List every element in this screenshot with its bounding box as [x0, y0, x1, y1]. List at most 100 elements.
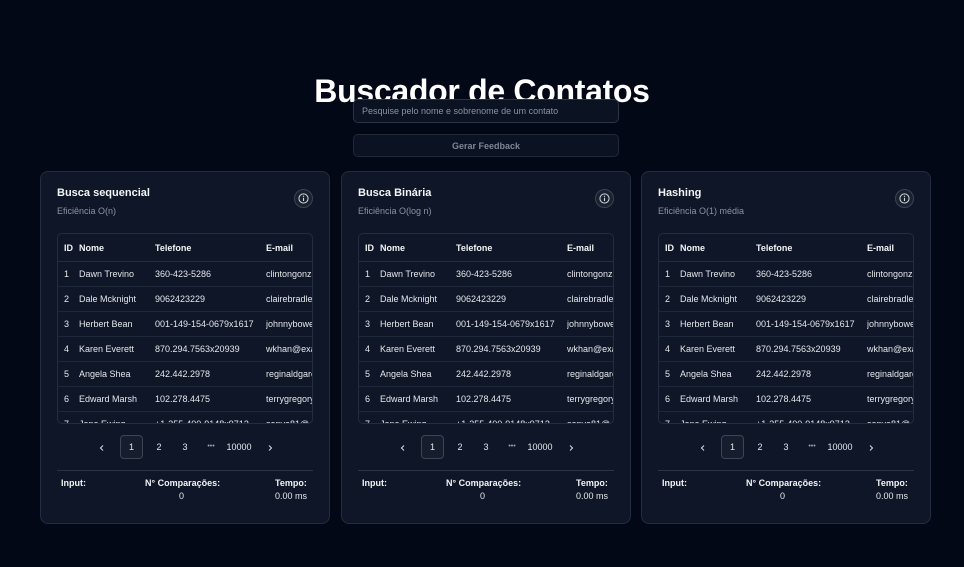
table-row[interactable]: 2Dale Mcknight9062423229clairebradley@	[359, 286, 613, 312]
cell-nome: Karen Everett	[79, 336, 155, 362]
page-button-2[interactable]: 2	[149, 435, 169, 459]
page-button-2[interactable]: 2	[750, 435, 770, 459]
stats-footer: Input: N° Comparações: 0 Tempo: 0.00 ms	[57, 470, 313, 511]
algorithm-card-1: Busca sequencial Eficiência O(n) ID Nome…	[40, 171, 330, 524]
column-header-email[interactable]: E-mail	[567, 234, 613, 262]
column-header-email[interactable]: E-mail	[867, 234, 913, 262]
table-row[interactable]: 6Edward Marsh102.278.4475terrygregory@	[659, 386, 913, 412]
info-icon	[599, 193, 610, 204]
cell-id: 4	[58, 336, 79, 362]
previous-page-button[interactable]	[393, 435, 413, 459]
column-header-telefone[interactable]: Telefone	[456, 234, 567, 262]
table-row[interactable]: 7 Jane Ewing +1-355-400-9148x9713 sonya81@e…	[659, 411, 913, 423]
cell-email: reginaldgarcia@	[266, 361, 312, 387]
table-row[interactable]: 6Edward Marsh102.278.4475terrygregory@	[359, 386, 613, 412]
table-header-row: ID Nome Telefone E-mail	[58, 234, 312, 262]
page-button-2[interactable]: 2	[450, 435, 470, 459]
page-button-last[interactable]: 10000	[522, 435, 558, 459]
table-row[interactable]: 5Angela Shea242.442.2978reginaldgarcia@	[659, 361, 913, 387]
next-page-button[interactable]	[260, 435, 280, 459]
cell-id: 3	[58, 311, 79, 337]
table-row[interactable]: 3 Herbert Bean 001-149-154-0679x1617 johnny…	[359, 311, 613, 337]
column-header-email[interactable]: E-mail	[266, 234, 312, 262]
info-icon	[899, 193, 910, 204]
column-header-telefone[interactable]: Telefone	[756, 234, 867, 262]
column-header-id[interactable]: ID	[659, 234, 680, 262]
card-subtitle: Eficiência O(log n)	[358, 206, 432, 216]
comparisons-value: 0	[480, 491, 486, 501]
cell-telefone: 870.294.7563x20939	[756, 336, 867, 362]
table-row[interactable]: 2Dale Mcknight9062423229clairebradley@	[58, 286, 312, 312]
contacts-table-container[interactable]: ID Nome Telefone E-mail 1 Dawn Trevino 360…	[57, 233, 313, 424]
previous-page-button[interactable]	[693, 435, 713, 459]
column-header-nome[interactable]: Nome	[380, 234, 456, 262]
cell-nome: Dale Mcknight	[680, 286, 756, 312]
search-input[interactable]	[353, 99, 619, 123]
info-button[interactable]	[895, 189, 914, 208]
cell-telefone: 001-149-154-0679x1617	[456, 311, 567, 337]
table-row[interactable]: 2Dale Mcknight9062423229clairebradley@	[659, 286, 913, 312]
page-button-1[interactable]: 1	[120, 435, 143, 459]
time-value: 0.00 ms	[876, 491, 909, 501]
cell-email: terrygregory@	[567, 386, 613, 412]
cell-nome: Dawn Trevino	[680, 261, 756, 287]
cell-id: 6	[359, 386, 380, 412]
card-title: Busca sequencial	[57, 187, 150, 199]
cell-email: clintongonzales@	[266, 261, 312, 287]
page-button-1[interactable]: 1	[721, 435, 744, 459]
contacts-table-container[interactable]: ID Nome Telefone E-mail 1 Dawn Trevino 360…	[358, 233, 614, 424]
column-header-nome[interactable]: Nome	[79, 234, 155, 262]
cell-nome: Jane Ewing	[79, 411, 155, 423]
table-row[interactable]: 4 Karen Everett 870.294.7563x20939 wkhan@ex…	[359, 336, 613, 362]
contacts-table: ID Nome Telefone E-mail 1 Dawn Trevino 360…	[58, 234, 312, 423]
table-row[interactable]: 5Angela Shea242.442.2978reginaldgarcia@	[58, 361, 312, 387]
generate-feedback-button[interactable]: Gerar Feedback	[353, 134, 619, 157]
cell-id: 2	[58, 286, 79, 312]
cell-id: 2	[359, 286, 380, 312]
contacts-table-container[interactable]: ID Nome Telefone E-mail 1 Dawn Trevino 360…	[658, 233, 914, 424]
cell-nome: Karen Everett	[680, 336, 756, 362]
table-row[interactable]: 7 Jane Ewing +1-355-400-9148x9713 sonya81@e…	[359, 411, 613, 423]
table-row[interactable]: 3 Herbert Bean 001-149-154-0679x1617 johnny…	[58, 311, 312, 337]
table-row[interactable]: 5Angela Shea242.442.2978reginaldgarcia@	[359, 361, 613, 387]
column-header-id[interactable]: ID	[359, 234, 380, 262]
page-button-1[interactable]: 1	[421, 435, 444, 459]
stats-footer: Input: N° Comparações: 0 Tempo: 0.00 ms	[358, 470, 614, 511]
table-row[interactable]: 1Dawn Trevino360-423-5286clintongonzales…	[359, 261, 613, 287]
column-header-id[interactable]: ID	[58, 234, 79, 262]
pagination: 1 2 3 ••• 10000	[41, 435, 331, 459]
cell-nome: Edward Marsh	[680, 386, 756, 412]
page-button-last[interactable]: 10000	[822, 435, 858, 459]
table-row[interactable]: 4 Karen Everett 870.294.7563x20939 wkhan@ex…	[659, 336, 913, 362]
comparisons-label: N° Comparações:	[746, 478, 822, 488]
input-label: Input:	[61, 478, 86, 488]
column-header-nome[interactable]: Nome	[680, 234, 756, 262]
cell-id: 4	[659, 336, 680, 362]
info-button[interactable]	[294, 189, 313, 208]
table-row[interactable]: 4 Karen Everett 870.294.7563x20939 wkhan@ex…	[58, 336, 312, 362]
cell-email: clairebradley@	[567, 286, 613, 312]
table-row[interactable]: 6Edward Marsh102.278.4475terrygregory@	[58, 386, 312, 412]
cell-id: 1	[659, 261, 680, 287]
page-button-3[interactable]: 3	[776, 435, 796, 459]
next-page-button[interactable]	[561, 435, 581, 459]
cell-nome: Dale Mcknight	[380, 286, 456, 312]
info-button[interactable]	[595, 189, 614, 208]
info-icon	[298, 193, 309, 204]
table-row[interactable]: 1Dawn Trevino360-423-5286clintongonzales…	[659, 261, 913, 287]
page-button-3[interactable]: 3	[175, 435, 195, 459]
pagination-ellipsis: •••	[207, 443, 215, 450]
column-header-telefone[interactable]: Telefone	[155, 234, 266, 262]
table-row[interactable]: 1Dawn Trevino360-423-5286clintongonzales…	[58, 261, 312, 287]
table-row[interactable]: 7 Jane Ewing +1-355-400-9148x9713 sonya81@e…	[58, 411, 312, 423]
next-page-button[interactable]	[861, 435, 881, 459]
table-header-row: ID Nome Telefone E-mail	[659, 234, 913, 262]
time-label: Tempo:	[576, 478, 608, 488]
cell-email: johnnybowers@	[266, 311, 312, 337]
page-button-3[interactable]: 3	[476, 435, 496, 459]
cell-telefone: 102.278.4475	[456, 386, 567, 412]
page-button-last[interactable]: 10000	[221, 435, 257, 459]
previous-page-button[interactable]	[92, 435, 112, 459]
cell-nome: Angela Shea	[680, 361, 756, 387]
table-row[interactable]: 3 Herbert Bean 001-149-154-0679x1617 johnny…	[659, 311, 913, 337]
